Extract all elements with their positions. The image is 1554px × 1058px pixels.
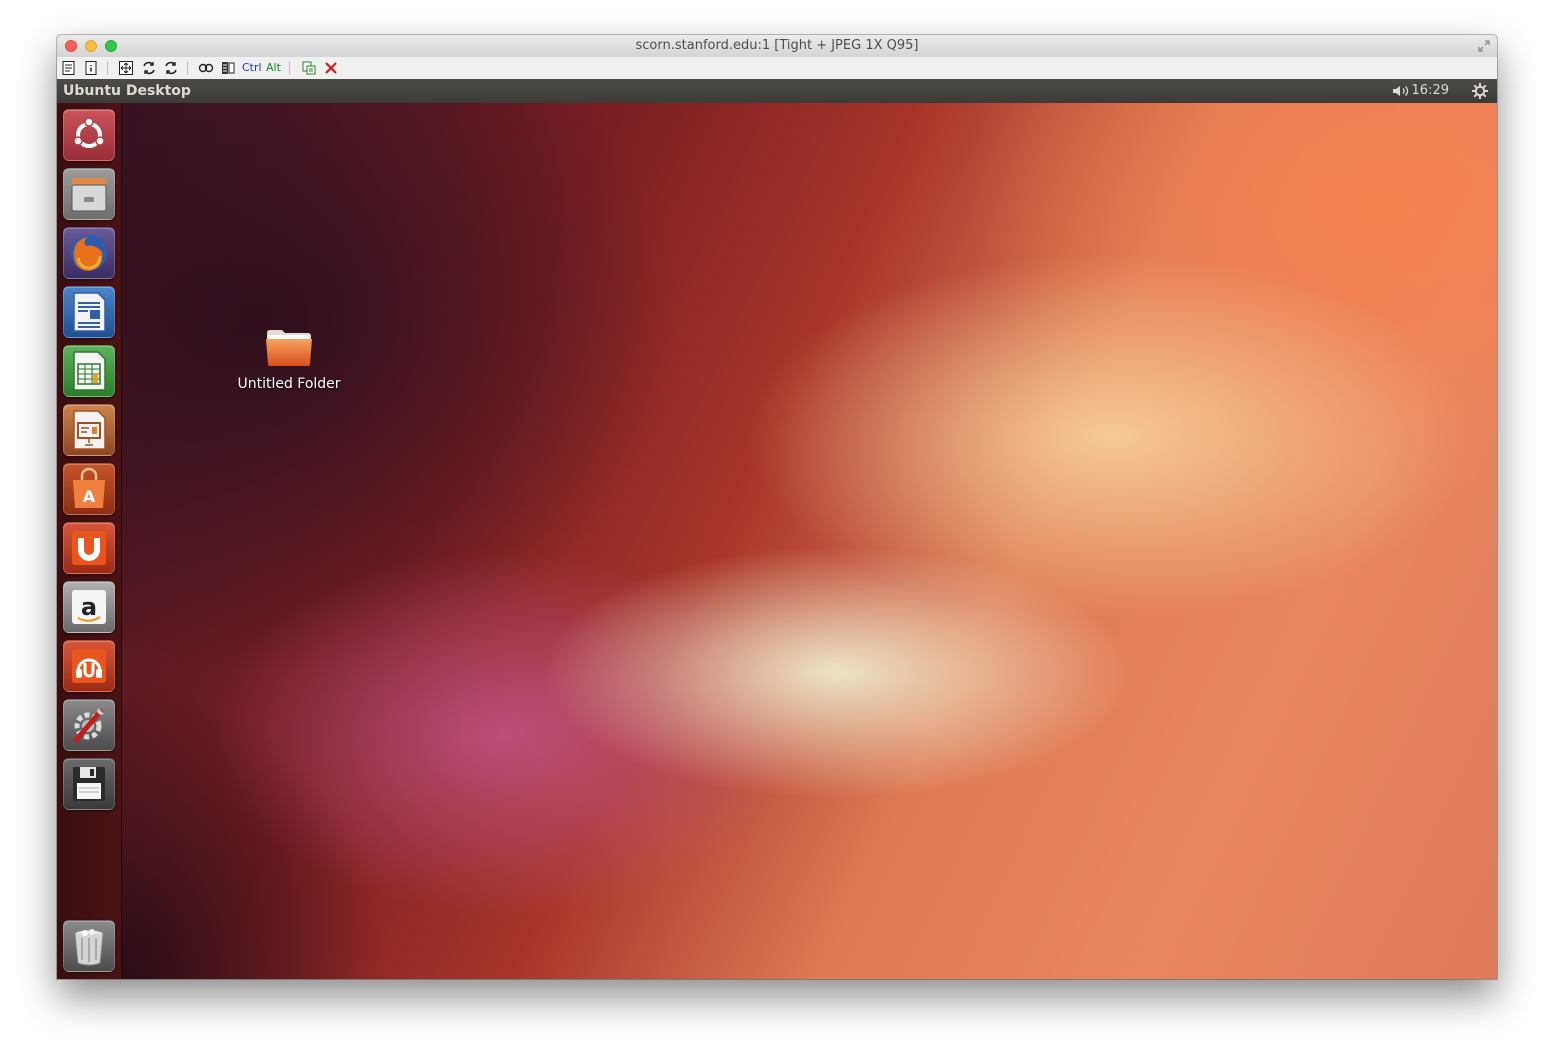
file-transfer-icon[interactable] bbox=[220, 60, 236, 76]
trash-icon bbox=[74, 929, 104, 966]
alt-key-button[interactable]: Alt bbox=[266, 61, 281, 74]
launcher-removable-drive[interactable] bbox=[63, 758, 115, 810]
folder-label: Untitled Folder bbox=[237, 376, 341, 392]
launcher-ubuntu-one-music[interactable] bbox=[63, 640, 115, 692]
disconnect-icon[interactable] bbox=[323, 60, 339, 76]
ubuntu-logo-icon bbox=[73, 117, 105, 148]
software-center-bag-icon: A bbox=[73, 467, 105, 508]
send-ctrl-alt-del-icon[interactable] bbox=[198, 60, 214, 76]
full-screen-icon[interactable] bbox=[118, 60, 134, 76]
refresh-icon[interactable] bbox=[163, 60, 179, 76]
launcher-trash[interactable] bbox=[63, 920, 115, 972]
firefox-icon bbox=[71, 235, 107, 271]
session-gear-icon[interactable] bbox=[1471, 82, 1489, 100]
fullscreen-icon[interactable] bbox=[1477, 39, 1491, 53]
file-cabinet-icon bbox=[71, 178, 107, 212]
launcher-libreoffice-writer[interactable] bbox=[63, 286, 115, 338]
window-title-bar[interactable]: scorn.stanford.edu:1 [Tight + JPEG 1X Q9… bbox=[57, 35, 1497, 58]
launcher-libreoffice-impress[interactable] bbox=[63, 404, 115, 456]
desktop-folder-untitled[interactable]: Untitled Folder bbox=[237, 327, 341, 392]
toolbar-separator bbox=[107, 61, 108, 75]
panel-clock[interactable]: 16:29 bbox=[1412, 83, 1449, 98]
launcher-ubuntu-one[interactable] bbox=[63, 522, 115, 574]
floppy-disk-icon bbox=[73, 767, 105, 801]
connection-info-icon[interactable] bbox=[83, 60, 99, 76]
panel-title: Ubuntu Desktop bbox=[63, 83, 191, 99]
launcher-libreoffice-calc[interactable] bbox=[63, 345, 115, 397]
writer-document-icon bbox=[73, 292, 106, 332]
toolbar-separator bbox=[289, 61, 290, 75]
svg-text:a: a bbox=[81, 593, 97, 621]
launcher-system-settings[interactable] bbox=[63, 699, 115, 751]
svg-text:A: A bbox=[83, 487, 96, 506]
toolbar-separator bbox=[187, 61, 188, 75]
calc-spreadsheet-icon bbox=[73, 351, 106, 391]
volume-icon[interactable] bbox=[1391, 83, 1411, 99]
ubuntu-one-music-icon bbox=[72, 649, 106, 683]
folder-icon bbox=[266, 330, 312, 366]
launcher-firefox[interactable] bbox=[63, 227, 115, 279]
refresh-icon[interactable] bbox=[141, 60, 157, 76]
launcher-dash-home[interactable] bbox=[63, 109, 115, 161]
clipboard-icon[interactable] bbox=[301, 60, 317, 76]
launcher-amazon[interactable]: a bbox=[63, 581, 115, 633]
launcher-files[interactable] bbox=[63, 168, 115, 220]
vnc-viewer-window: scorn.stanford.edu:1 [Tight + JPEG 1X Q9… bbox=[57, 35, 1497, 979]
ubuntu-top-panel: Ubuntu Desktop 16:29 bbox=[57, 79, 1497, 103]
connection-options-icon[interactable] bbox=[61, 60, 77, 76]
vnc-toolbar: Ctrl Alt bbox=[57, 57, 1497, 80]
window-title: scorn.stanford.edu:1 [Tight + JPEG 1X Q9… bbox=[635, 38, 919, 53]
unity-launcher: A a bbox=[57, 103, 122, 979]
amazon-icon: a bbox=[72, 590, 106, 624]
desktop-background[interactable]: Untitled Folder bbox=[121, 103, 1497, 979]
launcher-ubuntu-software-center[interactable]: A bbox=[63, 463, 115, 515]
ubuntu-one-icon bbox=[72, 531, 106, 565]
impress-presentation-icon bbox=[73, 410, 106, 450]
settings-tools-icon bbox=[73, 708, 104, 743]
ctrl-key-button[interactable]: Ctrl bbox=[242, 61, 262, 74]
